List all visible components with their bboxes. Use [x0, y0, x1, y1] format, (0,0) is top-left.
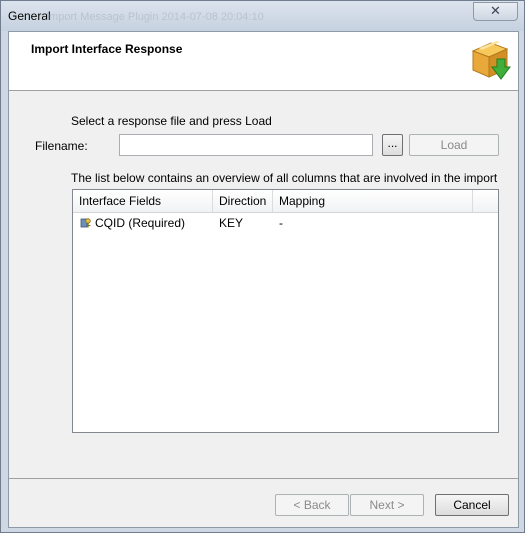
browse-button[interactable]: ...	[382, 134, 403, 156]
key-icon	[80, 218, 91, 228]
background-window-title: Import Message Plugin 2014-07-08 20:04:1…	[46, 11, 264, 23]
filename-label: Filename:	[35, 139, 88, 153]
load-button[interactable]: Load	[409, 134, 499, 156]
cell-direction: KEY	[219, 216, 244, 230]
list-description: The list below contains an overview of a…	[71, 171, 498, 185]
package-import-icon	[471, 41, 511, 80]
list-item[interactable]: CQID (Required) KEY -	[73, 213, 498, 233]
window-title: General	[8, 9, 51, 23]
column-header-interface-fields[interactable]: Interface Fields	[73, 190, 213, 212]
next-button[interactable]: Next >	[350, 494, 424, 516]
instruction-text: Select a response file and press Load	[71, 114, 272, 128]
cancel-button[interactable]: Cancel	[435, 494, 509, 516]
list-header: Interface Fields Direction Mapping	[73, 190, 498, 213]
back-button[interactable]: < Back	[275, 494, 349, 516]
cell-mapping: -	[279, 216, 283, 230]
columns-listview[interactable]: Interface Fields Direction Mapping CQID …	[72, 189, 499, 433]
dialog-window: General Import Message Plugin 2014-07-08…	[0, 0, 525, 533]
close-button[interactable]: ✕	[473, 2, 518, 21]
footer-divider	[9, 478, 518, 479]
title-bar[interactable]: General Import Message Plugin 2014-07-08…	[1, 1, 524, 31]
column-header-mapping[interactable]: Mapping	[273, 190, 473, 212]
wizard-header: Import Interface Response	[9, 32, 518, 91]
column-header-direction[interactable]: Direction	[213, 190, 273, 212]
cell-interface-field: CQID (Required)	[95, 216, 186, 230]
page-title: Import Interface Response	[31, 42, 183, 56]
filename-input[interactable]	[119, 134, 373, 156]
wizard-body: Import Interface Response Select a respo…	[8, 31, 519, 528]
